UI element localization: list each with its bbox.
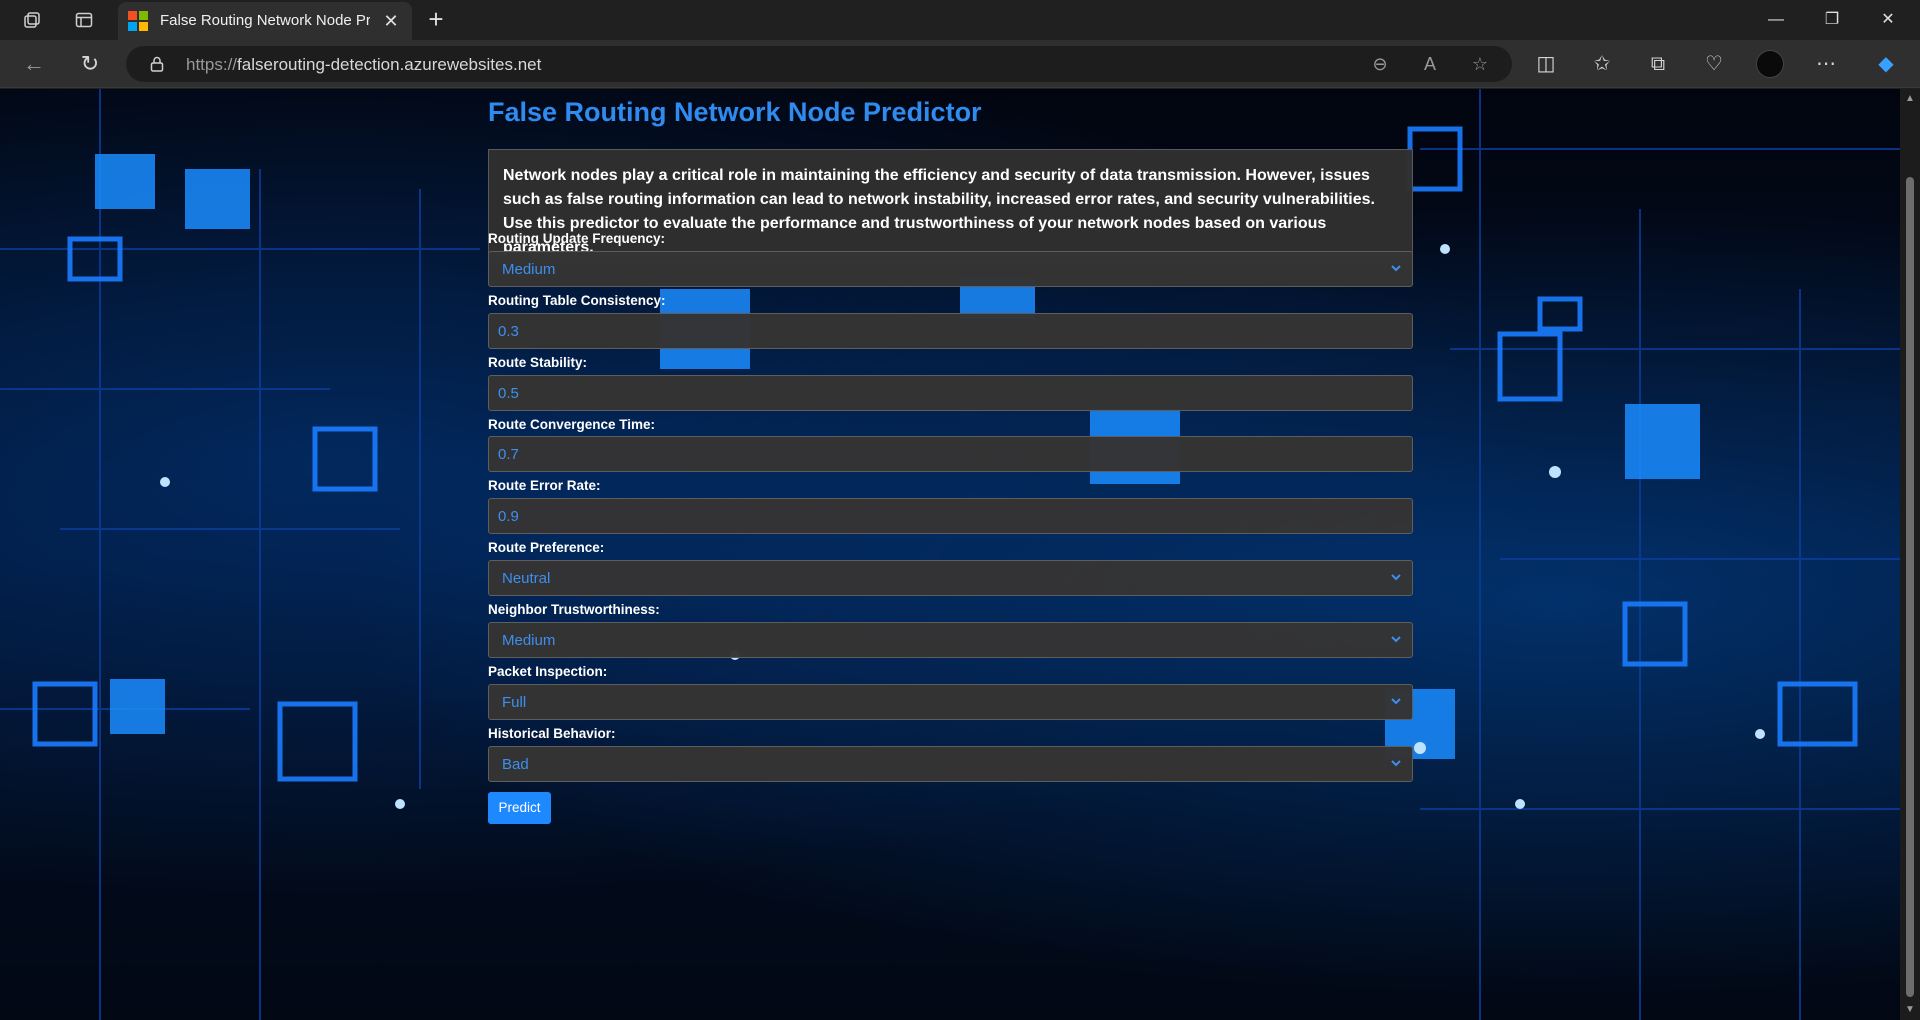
restore-icon[interactable]: ❐ [1804, 0, 1860, 40]
new-tab-icon[interactable]: + [422, 6, 450, 34]
copilot-icon[interactable]: ◆ [1872, 50, 1900, 78]
route-error-rate-field[interactable] [489, 499, 1412, 533]
favorites-icon[interactable]: ✩ [1588, 50, 1616, 78]
chevron-down-icon [1391, 698, 1401, 705]
routing-update-frequency-select[interactable]: Medium [488, 251, 1413, 287]
routing-table-consistency-input[interactable] [488, 313, 1413, 349]
workspaces-icon[interactable] [20, 8, 44, 32]
tab-actions-icon[interactable] [72, 8, 96, 32]
routing-table-consistency-label: Routing Table Consistency: [488, 293, 666, 308]
read-aloud-icon[interactable]: A [1418, 52, 1442, 76]
scroll-up-icon[interactable]: ▲ [1904, 93, 1916, 105]
close-window-icon[interactable]: ✕ [1860, 0, 1916, 40]
neighbor-trustworthiness-label: Neighbor Trustworthiness: [488, 602, 660, 617]
route-error-rate-input[interactable] [488, 498, 1413, 534]
favorite-star-icon[interactable]: ☆ [1468, 52, 1492, 76]
page-scrollbar[interactable]: ▲ ▼ [1900, 89, 1920, 1020]
chevron-down-icon [1391, 636, 1401, 643]
historical-behavior-label: Historical Behavior: [488, 726, 616, 741]
route-convergence-time-label: Route Convergence Time: [488, 417, 656, 432]
split-screen-icon[interactable]: ◫ [1532, 50, 1560, 78]
collections-icon[interactable]: ⧉ [1644, 50, 1672, 78]
route-preference-select[interactable]: Neutral [488, 560, 1413, 596]
historical-behavior-select[interactable]: Bad [488, 746, 1413, 782]
route-stability-label: Route Stability: [488, 355, 588, 370]
packet-inspection-label: Packet Inspection: [488, 664, 608, 679]
routing-table-consistency-field[interactable] [489, 314, 1412, 348]
browser-window: False Routing Network Node Predictor ✕ +… [0, 0, 1920, 1020]
route-error-rate-label: Route Error Rate: [488, 478, 601, 493]
chevron-down-icon [1391, 760, 1401, 767]
browser-toolbar: ← ↻ https://falserouting-detection.azure… [0, 40, 1920, 88]
minimize-icon[interactable]: — [1748, 0, 1804, 40]
route-convergence-time-input[interactable] [488, 436, 1413, 472]
route-stability-input[interactable] [488, 375, 1413, 411]
scroll-thumb[interactable] [1906, 177, 1914, 997]
tab-bar: False Routing Network Node Predictor ✕ +… [0, 0, 1920, 40]
route-convergence-time-field[interactable] [489, 437, 1412, 471]
back-icon[interactable]: ← [20, 50, 48, 78]
tab-active[interactable]: False Routing Network Node Predictor ✕ [118, 2, 412, 40]
profile-avatar[interactable] [1756, 50, 1784, 78]
chevron-down-icon [1391, 574, 1401, 581]
url-text[interactable]: https://falserouting-detection.azurewebs… [186, 55, 541, 75]
tab-close-icon[interactable]: ✕ [380, 10, 402, 32]
refresh-icon[interactable]: ↻ [76, 50, 104, 78]
routing-update-frequency-label: Routing Update Frequency: [488, 231, 666, 246]
route-preference-label: Route Preference: [488, 540, 605, 555]
route-stability-field[interactable] [489, 376, 1412, 410]
browser-essentials-icon[interactable]: ♡ [1700, 50, 1728, 78]
page-viewport: False Routing Network Node Predictor Net… [0, 89, 1900, 1020]
neighbor-trustworthiness-select[interactable]: Medium [488, 622, 1413, 658]
chevron-down-icon [1391, 265, 1401, 272]
tab-title: False Routing Network Node Predictor [160, 12, 370, 29]
predict-button[interactable]: Predict [488, 792, 551, 824]
microsoft-favicon-icon [128, 11, 148, 31]
address-bar[interactable]: https://falserouting-detection.azurewebs… [126, 46, 1512, 82]
page-title: False Routing Network Node Predictor [488, 97, 982, 127]
scroll-down-icon[interactable]: ▼ [1904, 1004, 1916, 1016]
packet-inspection-select[interactable]: Full [488, 684, 1413, 720]
lock-icon[interactable] [148, 55, 166, 73]
zoom-out-icon[interactable]: ⊖ [1368, 52, 1392, 76]
more-menu-icon[interactable]: ⋯ [1812, 50, 1840, 78]
